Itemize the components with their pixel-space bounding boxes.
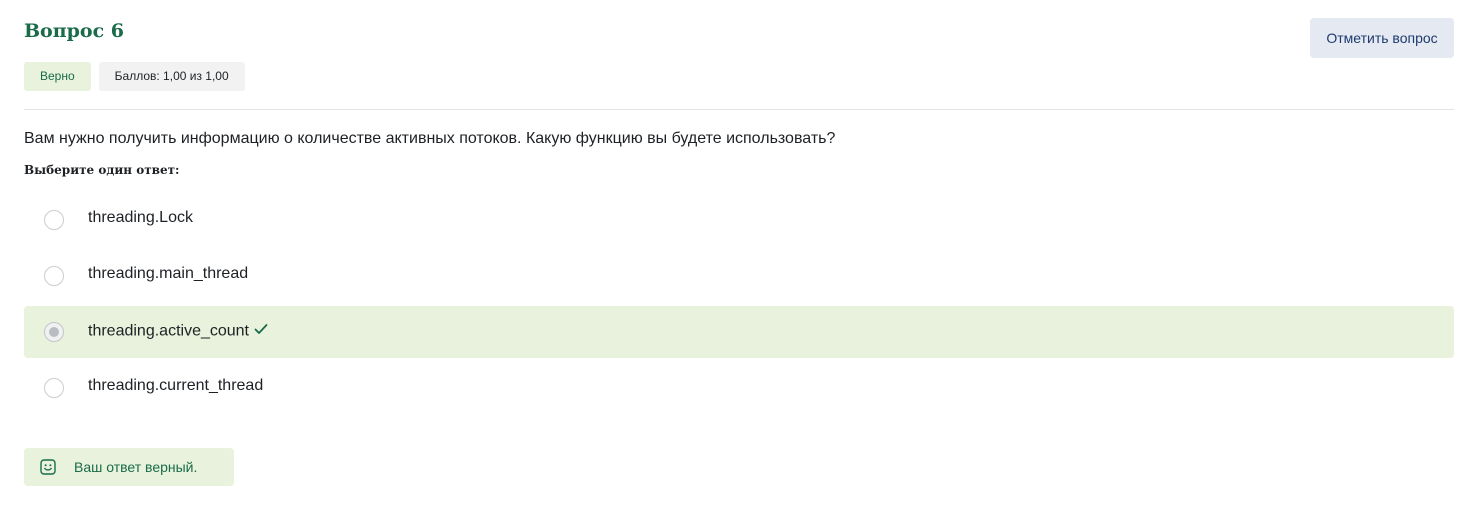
answer-label: threading.main_thread — [88, 265, 249, 282]
answer-radio-selected[interactable] — [44, 322, 64, 342]
answer-label: threading.active_count — [88, 322, 249, 340]
answer-option[interactable]: threading.Lock — [24, 194, 1454, 246]
answer-radio[interactable] — [44, 378, 64, 398]
feedback-box: Ваш ответ верный. — [24, 448, 234, 486]
answer-radio[interactable] — [44, 210, 64, 230]
answer-list: threading.Lock threading.main_thread thr… — [24, 194, 1454, 418]
answer-option[interactable]: threading.main_thread — [24, 250, 1454, 302]
answer-option-correct[interactable]: threading.active_count — [24, 306, 1454, 358]
question-info: Вопрос 6 Верно Баллов: 1,00 из 1,00 Отме… — [24, 0, 1454, 110]
feedback-text: Ваш ответ верный. — [74, 459, 198, 475]
answer-radio[interactable] — [44, 266, 64, 286]
grade-badge: Баллов: 1,00 из 1,00 — [98, 62, 245, 91]
answer-label-wrap: threading.active_count — [88, 321, 269, 342]
answer-label: threading.Lock — [88, 209, 193, 226]
question-page: Вопрос 6 Верно Баллов: 1,00 из 1,00 Отме… — [0, 0, 1482, 524]
answer-option[interactable]: threading.current_thread — [24, 362, 1454, 414]
smile-icon — [40, 459, 56, 480]
answer-prompt: Выберите один ответ: — [24, 163, 180, 177]
question-number: Вопрос 6 — [24, 20, 125, 42]
question-badges: Верно Баллов: 1,00 из 1,00 — [24, 62, 245, 91]
state-badge: Верно — [24, 62, 91, 91]
answer-label: threading.current_thread — [88, 377, 264, 394]
check-icon — [253, 321, 269, 342]
flag-question-button[interactable]: Отметить вопрос — [1310, 18, 1454, 58]
question-text: Вам нужно получить информацию о количест… — [24, 130, 836, 147]
